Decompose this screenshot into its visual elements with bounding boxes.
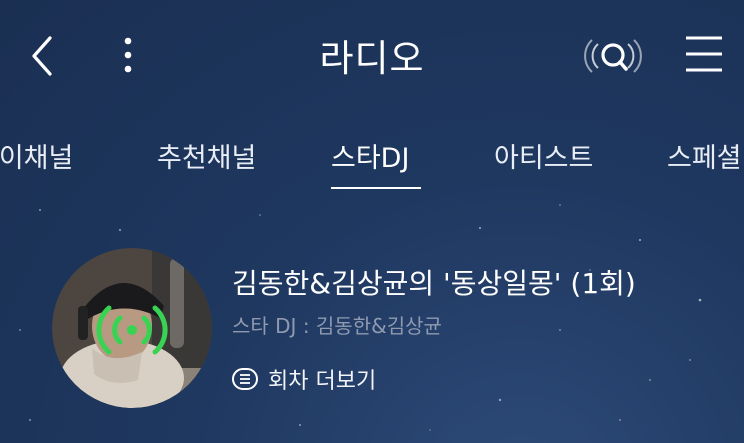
search-icon — [584, 39, 642, 73]
tab-special[interactable]: 스페셜 — [667, 136, 742, 175]
program-list-item: 김동한&김상균의 '동상일몽' (1회) 스타 DJ : 김동한&김상균 회차 … — [52, 248, 732, 408]
channel-tabs: 마이채널 추천채널 스타DJ 아티스트 스페셜 — [0, 118, 744, 198]
menu-button[interactable] — [684, 34, 724, 74]
menu-icon — [686, 36, 722, 72]
tab-star-dj[interactable]: 스타DJ — [331, 136, 409, 175]
search-button[interactable] — [580, 30, 646, 82]
top-app-bar: 라디오 — [0, 0, 744, 110]
broadcast-icon — [96, 305, 168, 355]
tab-recommended-channel[interactable]: 추천채널 — [157, 136, 256, 175]
tab-artist[interactable]: 아티스트 — [494, 136, 593, 175]
program-thumbnail[interactable] — [52, 248, 212, 408]
more-episodes-button[interactable]: 회차 더보기 — [232, 362, 376, 396]
program-dj-info: 스타 DJ : 김동한&김상균 — [232, 314, 442, 338]
list-icon — [232, 368, 258, 390]
active-tab-indicator — [331, 187, 421, 189]
program-title[interactable]: 김동한&김상균의 '동상일몽' (1회) — [232, 262, 636, 302]
more-episodes-label: 회차 더보기 — [268, 369, 377, 394]
tab-my-channel[interactable]: 마이채널 — [0, 136, 73, 175]
